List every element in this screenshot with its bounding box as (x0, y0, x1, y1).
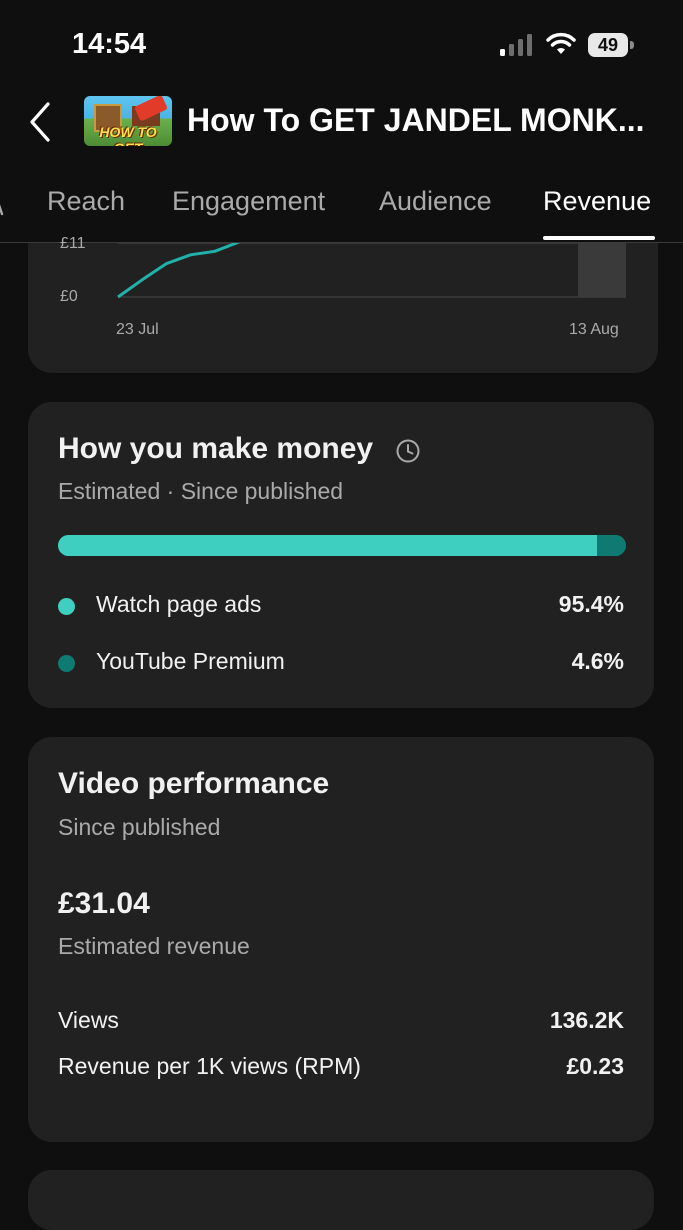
revenue-series-line (117, 243, 241, 299)
legend-row-youtube-premium: YouTube Premium 4.6% (58, 648, 624, 678)
revenue-chart-card: £11 £0 23 Jul 13 Aug (28, 235, 658, 373)
x-tick-label: 13 Aug (569, 321, 619, 338)
tab-revenue[interactable]: Revenue (543, 186, 651, 217)
analytics-tabs: Reach Engagement Audience Revenue (0, 178, 683, 243)
status-time: 14:54 (72, 28, 147, 60)
video-thumbnail[interactable]: HOW TO GET (84, 96, 172, 146)
back-button[interactable] (22, 98, 62, 146)
estimated-revenue-label: Estimated revenue (58, 933, 250, 959)
bar-segment-watch-page-ads (58, 535, 597, 556)
active-tab-indicator (543, 236, 655, 240)
clock-icon[interactable] (395, 438, 421, 464)
tab-reach[interactable]: Reach (47, 186, 125, 217)
x-tick-label: 23 Jul (116, 321, 159, 338)
metric-label: Revenue per 1K views (RPM) (58, 1053, 361, 1079)
header: HOW TO GET How To GET JANDEL MONK... (0, 90, 683, 160)
metric-value: £0.23 (566, 1053, 624, 1079)
tab-audience[interactable]: Audience (379, 186, 492, 217)
battery-level: 49 (597, 35, 619, 55)
tab-engagement[interactable]: Engagement (172, 186, 325, 217)
estimated-revenue-value: £31.04 (58, 887, 150, 920)
legend-value: 95.4% (558, 591, 624, 617)
battery-icon: 49 (588, 33, 634, 57)
legend-row-watch-page-ads: Watch page ads 95.4% (58, 591, 624, 621)
y-tick-label: £11 (60, 235, 86, 249)
wifi-icon (546, 32, 576, 54)
money-card-subtitle: Estimated · Since published (58, 478, 344, 504)
legend-value: 4.6% (571, 648, 624, 674)
metric-value: 136.2K (549, 1007, 624, 1033)
status-bar: 14:54 49 (0, 0, 683, 90)
legend-label: Watch page ads (96, 591, 262, 617)
legend-dot (58, 655, 75, 672)
performance-card-subtitle: Since published (58, 814, 221, 840)
chevron-left-icon (0, 204, 4, 216)
performance-card-title: Video performance (58, 767, 330, 800)
legend-label: YouTube Premium (96, 648, 285, 674)
chart-highlight-bar (578, 243, 626, 297)
legend-dot (58, 598, 75, 615)
y-tick-label: £0 (60, 288, 78, 305)
revenue-chart (117, 243, 626, 299)
next-card (28, 1170, 654, 1230)
cellular-signal-icon (500, 34, 532, 56)
metric-label: Views (58, 1007, 119, 1033)
video-performance-card: Video performance Since published £31.04… (28, 737, 654, 1142)
money-card-title: How you make money (58, 432, 374, 465)
bar-segment-youtube-premium (600, 535, 626, 556)
how-you-make-money-card: How you make money Estimated · Since pub… (28, 402, 654, 708)
revenue-source-bar (58, 535, 626, 556)
video-title: How To GET JANDEL MONK... (187, 102, 645, 138)
thumbnail-caption: HOW TO GET (99, 124, 157, 146)
